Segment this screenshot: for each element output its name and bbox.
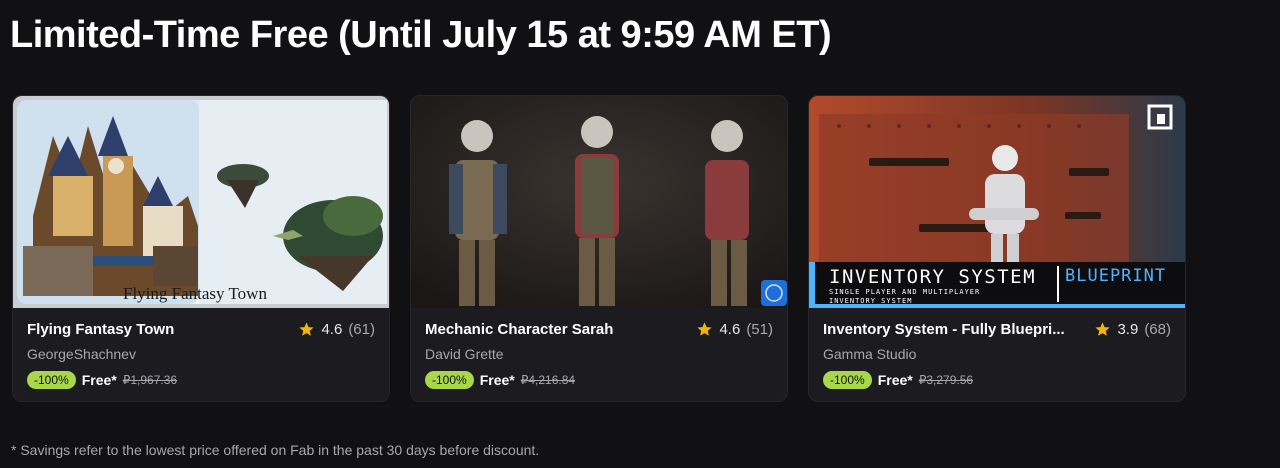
product-title[interactable]: Mechanic Character Sarah	[425, 321, 613, 338]
product-rating: 3.9 (68)	[1094, 321, 1171, 338]
product-thumbnail[interactable]	[411, 96, 787, 308]
thumbnail-subtitle: INVENTORY SYSTEM	[829, 297, 913, 305]
product-title[interactable]: Inventory System - Fully Bluepri...	[823, 321, 1065, 338]
product-rating: 4.6 (51)	[696, 321, 773, 338]
discount-badge: -100%	[425, 371, 474, 389]
discount-badge: -100%	[823, 371, 872, 389]
product-rating: 4.6 (61)	[298, 321, 375, 338]
thumbnail-title: INVENTORY SYSTEM	[829, 266, 1037, 288]
thumbnail-caption: Flying Fantasy Town	[123, 284, 267, 303]
face-scan-icon	[761, 280, 787, 306]
price-row: -100% Free* ₽3,279.56	[823, 371, 1171, 389]
product-card-inventory-system[interactable]: INVENTORY SYSTEM BLUEPRINT SINGLE PLAYER…	[808, 95, 1186, 402]
product-card-mechanic-character-sarah[interactable]: Mechanic Character Sarah 4.6 (51) David …	[410, 95, 788, 402]
current-price: Free*	[877, 372, 913, 388]
current-price: Free*	[479, 372, 515, 388]
rating-count: (68)	[1144, 321, 1171, 338]
original-price: ₽3,279.56	[918, 373, 974, 387]
star-icon	[1095, 322, 1111, 336]
thumbnail-subtitle: SINGLE PLAYER AND MULTIPLAYER	[829, 288, 981, 296]
product-title[interactable]: Flying Fantasy Town	[27, 321, 174, 338]
product-thumbnail[interactable]: Flying Fantasy Town	[13, 96, 389, 308]
product-card-flying-fantasy-town[interactable]: Flying Fantasy Town Flying Fantasy Town …	[12, 95, 390, 402]
rating-value: 3.9	[1117, 321, 1139, 338]
original-price: ₽4,216.84	[520, 373, 576, 387]
seller-name[interactable]: GeorgeShachnev	[27, 346, 375, 362]
rating-value: 4.6	[719, 321, 741, 338]
price-row: -100% Free* ₽1,967.36	[27, 371, 375, 389]
star-icon	[299, 322, 315, 336]
rating-count: (51)	[746, 321, 773, 338]
product-thumbnail[interactable]: INVENTORY SYSTEM BLUEPRINT SINGLE PLAYER…	[809, 96, 1185, 308]
price-row: -100% Free* ₽4,216.84	[425, 371, 773, 389]
seller-name[interactable]: Gamma Studio	[823, 346, 1171, 362]
rating-value: 4.6	[321, 321, 343, 338]
page-title: Limited-Time Free (Until July 15 at 9:59…	[10, 14, 832, 56]
star-icon	[697, 322, 713, 336]
discount-badge: -100%	[27, 371, 76, 389]
rating-count: (61)	[348, 321, 375, 338]
thumbnail-tag: BLUEPRINT	[1065, 266, 1167, 286]
original-price: ₽1,967.36	[122, 373, 178, 387]
product-grid: Flying Fantasy Town Flying Fantasy Town …	[12, 95, 1186, 402]
seller-name[interactable]: David Grette	[425, 346, 773, 362]
current-price: Free*	[81, 372, 117, 388]
savings-footnote: * Savings refer to the lowest price offe…	[11, 442, 540, 458]
gamma-logo-icon	[1149, 106, 1171, 128]
